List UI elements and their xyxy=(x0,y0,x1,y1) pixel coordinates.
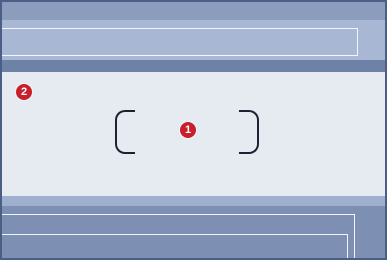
screenshot-frame: 2 1 xyxy=(0,0,387,260)
annotation-marker-2: 2 xyxy=(16,84,32,100)
lower-guideline-vertical xyxy=(354,214,355,258)
upper-bevel xyxy=(2,20,385,60)
marker-1-label: 1 xyxy=(184,124,192,136)
lower-guideline xyxy=(2,214,354,215)
top-band xyxy=(2,2,385,20)
marker-2-label: 2 xyxy=(20,86,28,98)
annotation-marker-1: 1 xyxy=(180,122,196,138)
panel-shadow xyxy=(2,196,385,206)
lower-guideline-vertical-2 xyxy=(347,234,348,258)
upper-guideline-2 xyxy=(2,55,357,56)
lower-guideline-2 xyxy=(2,234,347,235)
upper-guideline xyxy=(2,28,357,29)
upper-guideline-vertical xyxy=(357,28,358,56)
